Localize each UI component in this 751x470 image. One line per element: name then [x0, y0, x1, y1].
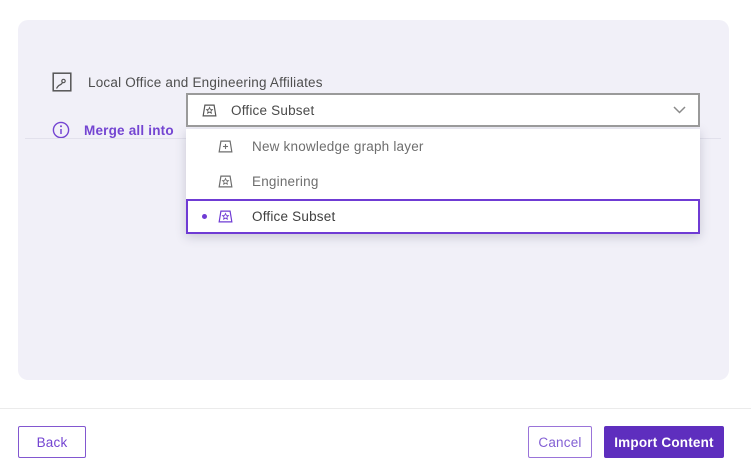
menu-item-enginering[interactable]: Enginering: [186, 164, 700, 199]
back-button[interactable]: Back: [18, 426, 86, 458]
menu-item-new-knowledge-graph-layer[interactable]: New knowledge graph layer: [186, 129, 700, 164]
import-content-button[interactable]: Import Content: [604, 426, 724, 458]
link-chart-icon: [52, 72, 72, 92]
merge-all-into-row: Merge all into: [52, 104, 174, 156]
kg-layer-icon: [200, 101, 219, 120]
selected-bullet: [202, 214, 207, 219]
source-layer-label: Local Office and Engineering Affiliates: [88, 75, 323, 90]
merge-target-select-value: Office Subset: [231, 103, 314, 118]
chevron-down-icon[interactable]: [673, 106, 686, 114]
kg-layer-icon: [216, 172, 235, 191]
menu-item-label: Office Subset: [252, 209, 335, 224]
menu-item-label: Enginering: [252, 174, 319, 189]
merge-all-into-label: Merge all into: [84, 123, 174, 138]
kg-layer-icon: [216, 207, 235, 226]
menu-item-office-subset-selected[interactable]: Office Subset: [186, 199, 700, 234]
cancel-button[interactable]: Cancel: [528, 426, 592, 458]
merge-target-select[interactable]: Office Subset: [186, 93, 700, 127]
menu-item-label: New knowledge graph layer: [252, 139, 424, 154]
info-icon[interactable]: [52, 121, 70, 139]
new-layer-icon: [216, 137, 235, 156]
merge-target-dropdown-menu: New knowledge graph layer Enginering Off…: [186, 129, 700, 234]
footer-divider: [0, 408, 751, 409]
